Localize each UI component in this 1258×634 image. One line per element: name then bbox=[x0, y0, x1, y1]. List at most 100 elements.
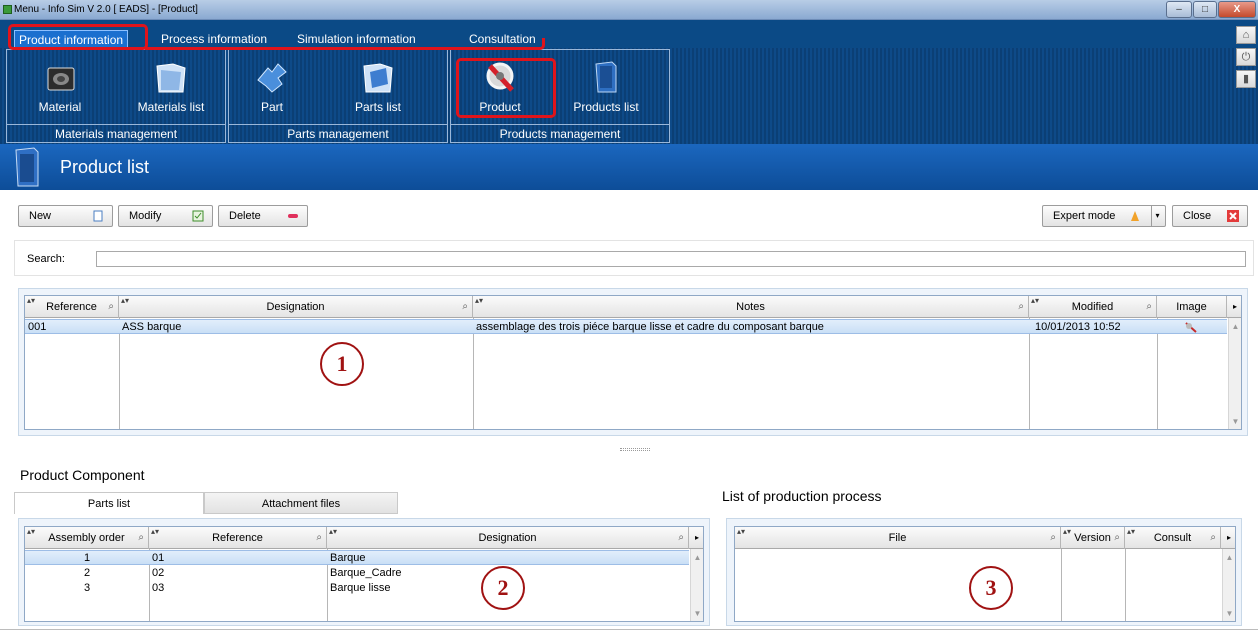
cell-modified: 10/01/2013 10:52 bbox=[1035, 321, 1121, 333]
parts-list-label: Parts list bbox=[354, 100, 401, 114]
close-button[interactable]: Close bbox=[1172, 205, 1248, 227]
parts-management-label: Parts management bbox=[228, 124, 448, 142]
window-title: Menu - Info Sim V 2.0 [ EADS] - [Product… bbox=[14, 4, 198, 15]
window-close-button[interactable]: X bbox=[1218, 1, 1256, 18]
folder-icon bbox=[156, 63, 186, 93]
filter-icon: ⌕ bbox=[316, 532, 322, 543]
materials-list-button[interactable]: Materials list bbox=[125, 52, 217, 118]
process-grid-header: ▴▾ File ⌕ ▴▾ Version ⌕ ▴▾ Consult ⌕ ▸ bbox=[735, 527, 1235, 549]
product-grid[interactable]: ▴▾ Reference ⌕ ▴▾ Designation ⌕ ▴▾ Notes ⌕ ▴▾ M… bbox=[24, 295, 1242, 430]
col-notes[interactable]: ▴▾ Notes ⌕ bbox=[473, 296, 1029, 318]
marker-1: 1 bbox=[320, 342, 364, 386]
col-divider bbox=[1061, 549, 1062, 621]
language-flag-icon[interactable]: ▮ bbox=[1236, 70, 1256, 88]
col-modified[interactable]: ▴▾ Modified ⌕ bbox=[1029, 296, 1157, 318]
app-icon bbox=[3, 5, 12, 14]
sort-icon: ▴▾ bbox=[329, 527, 338, 536]
close-label: Close bbox=[1183, 210, 1212, 222]
products-folder-icon bbox=[595, 61, 617, 93]
scroll-up-icon[interactable]: ▲ bbox=[1223, 551, 1235, 565]
table-row[interactable]: 001 ASS barque assemblage des trois piéc… bbox=[25, 319, 1227, 334]
col-divider bbox=[119, 318, 120, 429]
product-image-icon[interactable] bbox=[1183, 321, 1199, 333]
sort-icon: ▴▾ bbox=[1031, 296, 1040, 305]
filter-icon: ⌕ bbox=[138, 532, 144, 543]
sort-icon: ▴▾ bbox=[151, 527, 160, 536]
cell-order: 2 bbox=[83, 567, 91, 579]
cell-order: 1 bbox=[83, 552, 91, 564]
tab-parts-list[interactable]: Parts list bbox=[14, 492, 204, 514]
materials-management-label: Materials management bbox=[6, 124, 226, 142]
col-divider bbox=[1125, 549, 1126, 621]
search-input[interactable] bbox=[96, 251, 1246, 267]
process-grid-scrollbar[interactable]: ▲ ▼ bbox=[1222, 549, 1235, 621]
part-button[interactable]: Part bbox=[242, 52, 302, 118]
highlight-product-button bbox=[456, 58, 556, 118]
filter-icon: ⌕ bbox=[678, 532, 684, 543]
scroll-right-icon[interactable]: ▸ bbox=[1221, 527, 1235, 549]
materials-list-label: Materials list bbox=[137, 100, 205, 114]
col-version[interactable]: ▴▾ Version ⌕ bbox=[1061, 527, 1125, 549]
page-header bbox=[0, 144, 1258, 190]
products-management-label: Products management bbox=[450, 124, 670, 142]
col-file[interactable]: ▴▾ File ⌕ bbox=[735, 527, 1061, 549]
tab-attachment-files[interactable]: Attachment files bbox=[204, 492, 398, 514]
sort-icon: ▴▾ bbox=[121, 296, 130, 305]
sort-icon: ▴▾ bbox=[1063, 527, 1072, 536]
maximize-button[interactable]: □ bbox=[1193, 1, 1217, 18]
product-grid-scrollbar[interactable]: ▲ ▼ bbox=[1228, 318, 1241, 429]
products-list-label: Products list bbox=[573, 100, 639, 114]
expert-dropdown-icon[interactable]: ▾ bbox=[1151, 206, 1163, 226]
power-icon[interactable]: ⏻ bbox=[1236, 48, 1256, 66]
col-divider bbox=[473, 318, 474, 429]
puzzle-icon bbox=[257, 63, 287, 93]
splitter-handle[interactable] bbox=[620, 448, 650, 451]
home-icon[interactable]: ⌂ bbox=[1236, 26, 1256, 44]
modify-button[interactable]: Modify bbox=[118, 205, 213, 227]
sort-icon: ▴▾ bbox=[475, 296, 484, 305]
col-assembly-order[interactable]: ▴▾ Assembly order ⌕ bbox=[25, 527, 149, 549]
col-reference[interactable]: ▴▾ Reference ⌕ bbox=[25, 296, 119, 318]
product-grid-header: ▴▾ Reference ⌕ ▴▾ Designation ⌕ ▴▾ Notes ⌕ ▴▾ M… bbox=[25, 296, 1241, 318]
filter-icon: ⌕ bbox=[1018, 301, 1024, 312]
table-row[interactable]: 2 02 Barque_Cadre bbox=[25, 566, 689, 581]
minimize-button[interactable]: – bbox=[1166, 1, 1192, 18]
sort-icon: ▴▾ bbox=[27, 527, 36, 536]
scroll-right-icon[interactable]: ▸ bbox=[689, 527, 703, 549]
col-designation[interactable]: ▴▾ Designation ⌕ bbox=[119, 296, 473, 318]
window-titlebar: Menu - Info Sim V 2.0 [ EADS] - [Product… bbox=[0, 0, 1258, 20]
component-grid[interactable]: ▴▾ Assembly order ⌕ ▴▾ Reference ⌕ ▴▾ Designa… bbox=[24, 526, 704, 622]
search-label: Search: bbox=[27, 253, 65, 265]
col-image[interactable]: Image bbox=[1157, 296, 1227, 318]
scroll-right-icon[interactable]: ▸ bbox=[1227, 296, 1241, 318]
sort-icon: ▴▾ bbox=[1127, 527, 1136, 536]
material-button[interactable]: Material bbox=[20, 52, 100, 118]
scroll-down-icon[interactable]: ▼ bbox=[1229, 415, 1241, 429]
parts-list-button[interactable]: Parts list bbox=[338, 52, 418, 118]
component-grid-scrollbar[interactable]: ▲ ▼ bbox=[690, 549, 703, 621]
table-row[interactable]: 1 01 Barque bbox=[25, 550, 689, 565]
filter-icon: ⌕ bbox=[1146, 301, 1152, 312]
highlight-menu-underline bbox=[145, 38, 545, 50]
scroll-up-icon[interactable]: ▲ bbox=[691, 551, 703, 565]
delete-button[interactable]: Delete bbox=[218, 205, 308, 227]
cell-reference: 01 bbox=[152, 552, 165, 564]
production-process-title: List of production process bbox=[722, 488, 882, 504]
scroll-down-icon[interactable]: ▼ bbox=[1223, 607, 1235, 621]
cell-reference: 001 bbox=[28, 321, 47, 333]
part-label: Part bbox=[260, 100, 283, 114]
col-consult[interactable]: ▴▾ Consult ⌕ bbox=[1125, 527, 1221, 549]
expert-mode-button[interactable]: Expert mode ▾ bbox=[1042, 205, 1166, 227]
products-list-button[interactable]: Products list bbox=[562, 52, 650, 118]
cell-designation: Barque lisse bbox=[330, 582, 391, 594]
scroll-down-icon[interactable]: ▼ bbox=[691, 607, 703, 621]
new-button[interactable]: New bbox=[18, 205, 113, 227]
filter-icon: ⌕ bbox=[1114, 532, 1120, 543]
product-list-icon bbox=[15, 147, 39, 187]
marker-3: 3 bbox=[969, 566, 1013, 610]
close-icon bbox=[1227, 210, 1239, 222]
col-designation[interactable]: ▴▾ Designation ⌕ bbox=[327, 527, 689, 549]
scroll-up-icon[interactable]: ▲ bbox=[1229, 320, 1241, 334]
table-row[interactable]: 3 03 Barque lisse bbox=[25, 581, 689, 596]
col-reference[interactable]: ▴▾ Reference ⌕ bbox=[149, 527, 327, 549]
